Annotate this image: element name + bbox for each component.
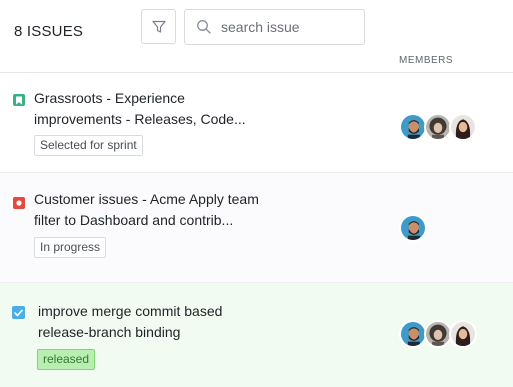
avatar-bearded-man[interactable] [399,113,427,141]
avatar-bearded-man[interactable] [399,214,427,242]
issue-title-line: Customer issues - Acme Apply team [34,191,259,207]
search-box [184,9,365,45]
issue-row[interactable]: Grassroots - Experience improvements - R… [0,73,513,173]
avatar-curly-woman[interactable] [424,113,452,141]
issue-title-line: improvements - Releases, Code... [34,111,246,127]
issue-title-line: improve merge commit based [38,303,223,319]
avatar-woman-long-hair[interactable] [449,113,477,141]
status-badge: released [37,349,96,370]
issue-title-line: Grassroots - Experience [34,90,185,106]
task-icon [12,306,25,319]
story-icon [13,94,25,106]
issue-title[interactable]: improve merge commit based release-branc… [38,301,222,343]
filter-button[interactable] [141,9,176,44]
issue-title[interactable]: Grassroots - Experience improvements - R… [34,88,246,130]
issue-title[interactable]: Customer issues - Acme Apply team filter… [34,189,259,231]
status-badge: Selected for sprint [34,135,143,156]
member-avatars [399,113,477,141]
status-badge: In progress [34,237,107,258]
issue-row[interactable]: improve merge commit based release-branc… [0,283,513,387]
issue-row[interactable]: Customer issues - Acme Apply team filter… [0,173,513,283]
bug-icon [13,197,25,209]
member-avatars [399,214,427,242]
avatar-bearded-man[interactable] [399,320,427,348]
issue-title-line: filter to Dashboard and contrib... [34,212,234,228]
avatar-woman-long-hair[interactable] [449,320,477,348]
issue-title-line: release-branch binding [38,324,181,340]
avatar-curly-woman[interactable] [424,320,452,348]
search-input[interactable] [221,16,357,38]
member-avatars [399,320,477,348]
filter-icon [151,20,166,33]
members-column-header: MEMBERS [399,55,454,66]
search-icon [197,20,211,34]
issues-header: 8 ISSUES MEMBERS [0,0,513,73]
issue-count: 8 ISSUES [14,23,84,40]
